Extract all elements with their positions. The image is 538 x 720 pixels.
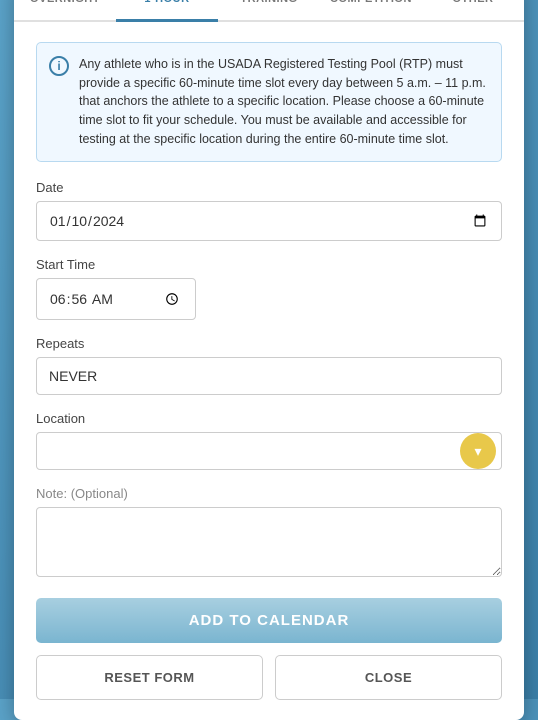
start-time-input[interactable] (36, 278, 196, 321)
tab-competition[interactable]: COMPETITION (320, 0, 422, 22)
date-field-group: Date (36, 180, 502, 241)
location-dropdown-button[interactable]: ▾ (460, 433, 496, 469)
location-field-group: Location ▾ (36, 411, 502, 470)
note-field-group: Note: (Optional) (36, 486, 502, 582)
tab-other[interactable]: OTHER (422, 0, 524, 22)
location-label: Location (36, 411, 502, 426)
tab-bar: OVERNIGHT 1-HOUR TRAINING COMPETITION OT… (14, 0, 524, 22)
start-time-field-group: Start Time (36, 257, 502, 321)
date-label: Date (36, 180, 502, 195)
start-time-label: Start Time (36, 257, 502, 272)
tab-1hour[interactable]: 1-HOUR (116, 0, 218, 22)
note-label: Note: (Optional) (36, 486, 502, 501)
info-box: i Any athlete who is in the USADA Regist… (36, 42, 502, 162)
close-button[interactable]: CLOSE (275, 655, 502, 700)
date-input[interactable] (36, 201, 502, 241)
reset-form-button[interactable]: RESET FORM (36, 655, 263, 700)
location-row: ▾ (36, 432, 502, 470)
location-input[interactable] (36, 432, 502, 470)
add-to-calendar-button[interactable]: ADD TO CALENDAR (36, 598, 502, 643)
repeats-label: Repeats (36, 336, 502, 351)
note-textarea[interactable] (36, 507, 502, 577)
repeats-input[interactable] (36, 357, 502, 395)
modal-content: i Any athlete who is in the USADA Regist… (14, 22, 524, 720)
info-text: Any athlete who is in the USADA Register… (79, 55, 489, 149)
tab-overnight[interactable]: OVERNIGHT (14, 0, 116, 22)
repeats-field-group: Repeats (36, 336, 502, 395)
modal-container: OVERNIGHT 1-HOUR TRAINING COMPETITION OT… (14, 0, 524, 720)
chevron-down-icon: ▾ (474, 443, 481, 460)
tab-training[interactable]: TRAINING (218, 0, 320, 22)
bottom-buttons: RESET FORM CLOSE (36, 655, 502, 700)
info-icon: i (49, 56, 69, 76)
